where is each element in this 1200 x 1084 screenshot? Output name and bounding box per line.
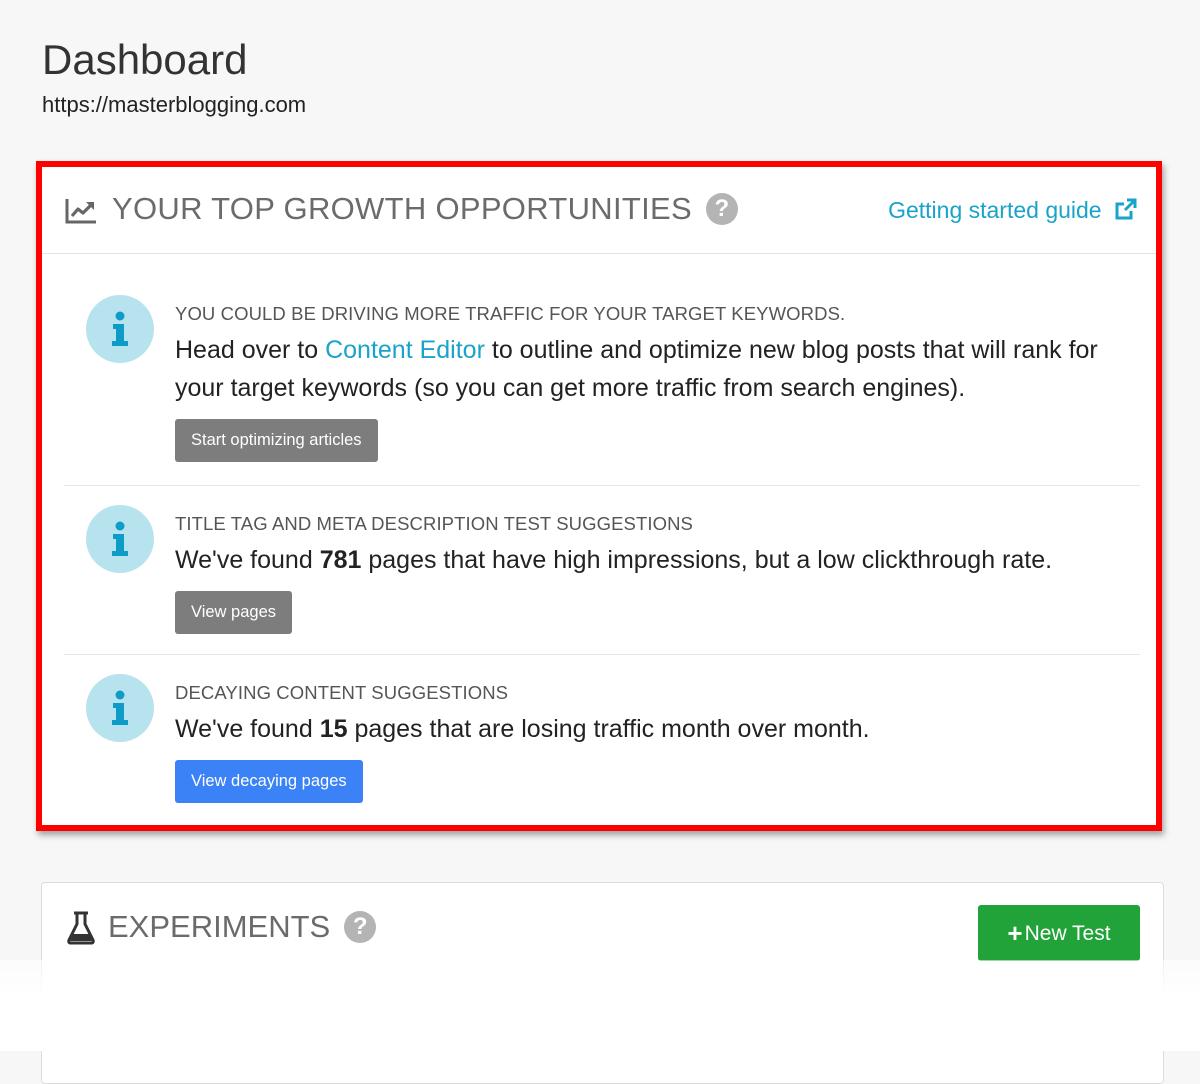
new-test-button[interactable]: +New Test bbox=[978, 905, 1140, 961]
view-pages-button[interactable]: View pages bbox=[175, 591, 293, 634]
opportunity-heading: DECAYING CONTENT SUGGESTIONS bbox=[175, 682, 509, 703]
panel-header: YOUR TOP GROWTH OPPORTUNITIES? Getting s… bbox=[42, 167, 1156, 254]
page-count: 781 bbox=[319, 546, 362, 574]
opportunity-text-prefix: We've found bbox=[175, 715, 320, 743]
opportunity-text: Head over to Content Editor to outline a… bbox=[175, 331, 1116, 407]
getting-started-guide-link[interactable]: Getting started guide bbox=[888, 197, 1138, 224]
opportunity-text-prefix: Head over to bbox=[175, 336, 326, 364]
opportunity-text-suffix: pages that have high impressions, but a … bbox=[361, 546, 1053, 574]
opportunity-text: We've found 15 pages that are losing tra… bbox=[175, 710, 1116, 748]
experiments-title-text: EXPERIMENTS bbox=[108, 909, 331, 944]
opportunity-heading: TITLE TAG AND META DESCRIPTION TEST SUGG… bbox=[175, 513, 693, 534]
info-icon bbox=[86, 295, 154, 363]
plus-icon: + bbox=[1007, 918, 1023, 948]
fade-overlay bbox=[0, 960, 1200, 1051]
growth-opportunities-panel: YOUR TOP GROWTH OPPORTUNITIES? Getting s… bbox=[36, 161, 1162, 831]
opportunity-text-prefix: We've found bbox=[175, 546, 320, 574]
panel-title-text: YOUR TOP GROWTH OPPORTUNITIES bbox=[112, 191, 692, 226]
help-icon[interactable]: ? bbox=[705, 193, 738, 225]
guide-link-label: Getting started guide bbox=[888, 197, 1102, 223]
view-decaying-pages-button[interactable]: View decaying pages bbox=[175, 760, 363, 803]
opportunity-text: We've found 781 pages that have high imp… bbox=[175, 541, 1116, 579]
divider bbox=[64, 654, 1140, 655]
opportunity-text-suffix: pages that are losing traffic month over… bbox=[347, 715, 870, 743]
start-optimizing-articles-button[interactable]: Start optimizing articles bbox=[175, 419, 378, 462]
content-editor-link[interactable]: Content Editor bbox=[325, 336, 485, 364]
site-url: https://masterblogging.com bbox=[42, 92, 307, 117]
page-count: 15 bbox=[319, 715, 348, 743]
external-link-icon bbox=[1115, 198, 1137, 220]
divider bbox=[64, 485, 1140, 486]
page-title: Dashboard bbox=[42, 36, 248, 83]
opportunity-heading: YOU COULD BE DRIVING MORE TRAFFIC FOR YO… bbox=[175, 303, 846, 324]
info-icon bbox=[86, 674, 154, 742]
panel-title: YOUR TOP GROWTH OPPORTUNITIES? bbox=[112, 191, 738, 227]
experiments-title: EXPERIMENTS? bbox=[108, 909, 377, 945]
help-icon[interactable]: ? bbox=[344, 911, 377, 943]
page-header: Dashboard https://masterblogging.com bbox=[42, 36, 306, 118]
info-icon bbox=[86, 505, 154, 573]
flask-icon bbox=[67, 911, 95, 945]
new-test-label: New Test bbox=[1024, 922, 1111, 945]
trend-chart-icon bbox=[65, 199, 96, 224]
